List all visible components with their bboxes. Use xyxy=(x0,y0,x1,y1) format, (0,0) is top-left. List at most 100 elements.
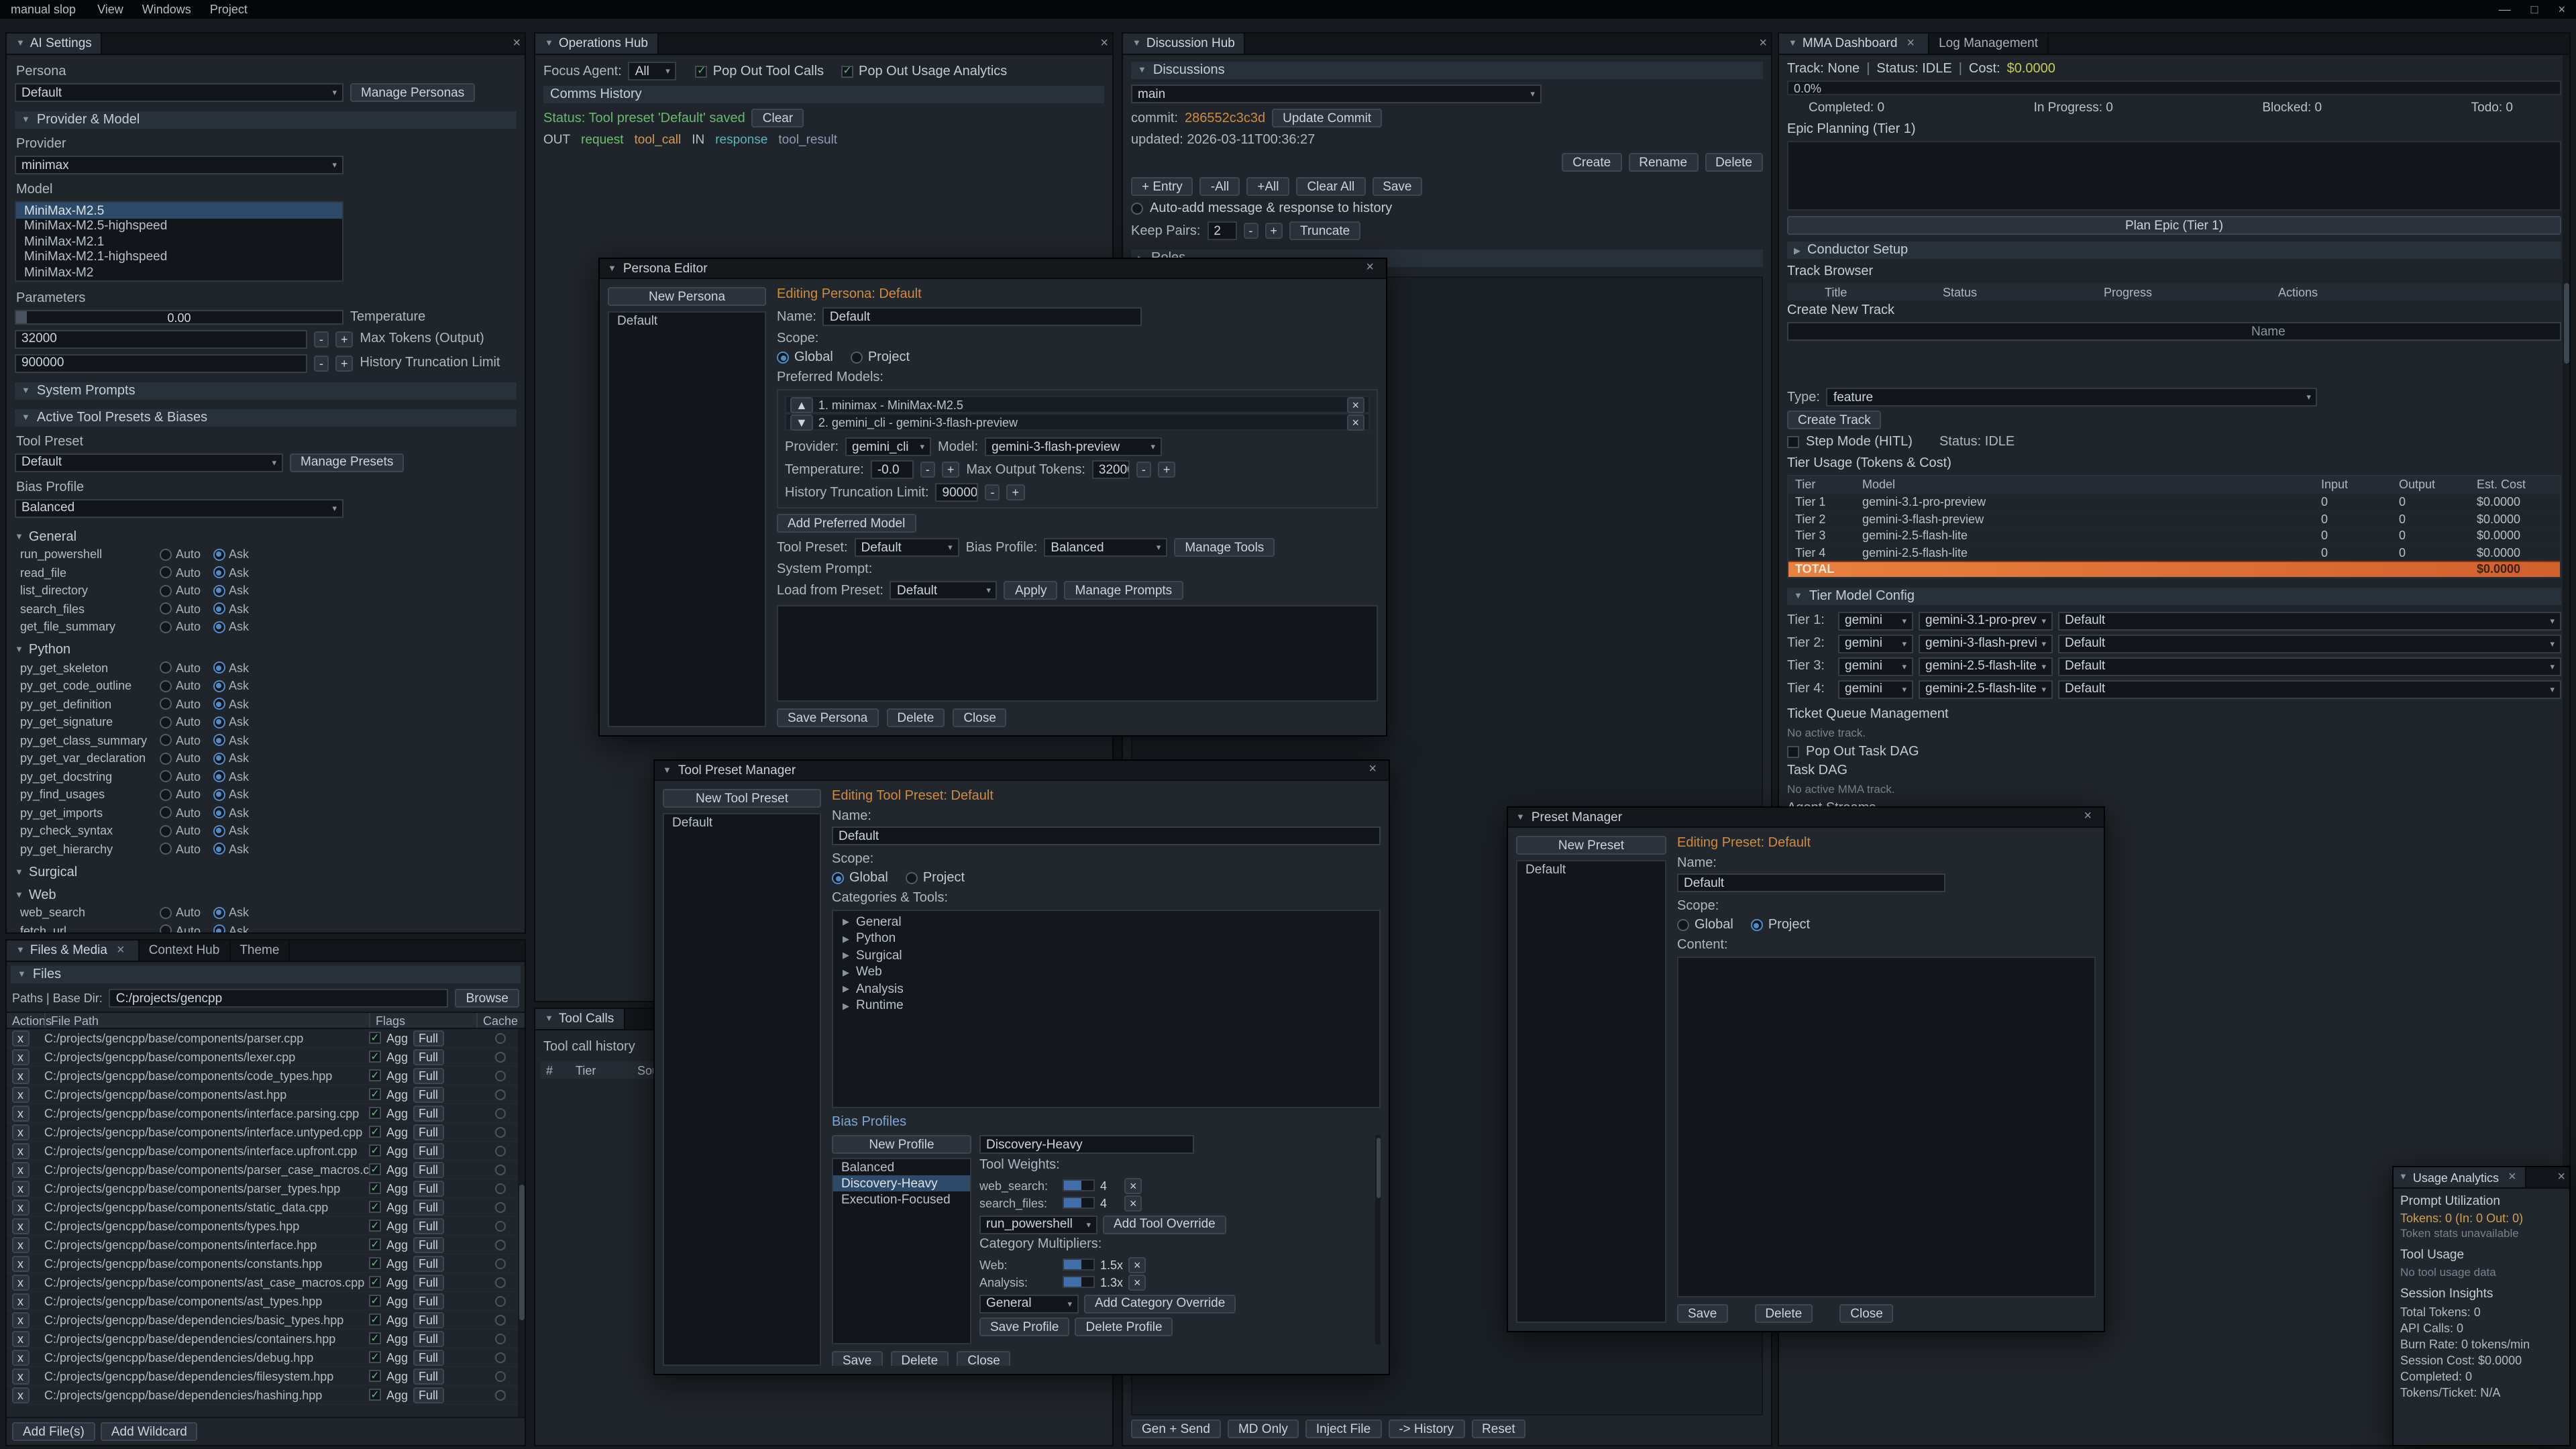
weight-slider[interactable] xyxy=(1063,1179,1095,1191)
full-button[interactable]: Full xyxy=(413,1387,443,1403)
tier-preset-select[interactable]: Default▾ xyxy=(2058,657,2561,676)
multiplier-slider[interactable] xyxy=(1063,1276,1095,1288)
model-option[interactable]: MiniMax-M2.5 xyxy=(16,203,342,218)
remove-file-button[interactable]: x xyxy=(12,1086,29,1102)
model-list[interactable]: MiniMax-M2.5MiniMax-M2.5-highspeedMiniMa… xyxy=(15,201,343,281)
clear-status-button[interactable]: Clear xyxy=(752,109,804,127)
base-dir-input[interactable]: C:/projects/gencpp xyxy=(109,989,449,1008)
tool-preset-list-item[interactable]: Default xyxy=(664,814,820,830)
ask-radio[interactable] xyxy=(213,603,225,615)
pop-out-task-dag-checkbox[interactable]: ✓ xyxy=(1787,746,1799,758)
decrement-button[interactable]: - xyxy=(920,462,935,478)
close-tab-icon[interactable]: × xyxy=(2504,1171,2520,1184)
agg-checkbox[interactable]: ✓ xyxy=(369,1370,381,1382)
max-tokens-input[interactable]: 32000 xyxy=(15,329,307,348)
provider-model-section-header[interactable]: ▼ Provider & Model xyxy=(15,111,517,129)
menu-item[interactable]: Project xyxy=(210,3,248,16)
remove-file-button[interactable]: x xyxy=(12,1142,29,1159)
tool-preset-footer-button[interactable]: Delete xyxy=(890,1351,949,1366)
entry-button[interactable]: Save xyxy=(1372,177,1422,196)
scope-radio[interactable] xyxy=(851,352,863,364)
close-tab-icon[interactable]: × xyxy=(113,944,129,957)
categories-tree[interactable]: ▶ General ▶ Python ▶ Surgical xyxy=(832,910,1381,1108)
agg-checkbox[interactable]: ✓ xyxy=(369,1257,381,1269)
ask-radio[interactable] xyxy=(213,716,225,729)
scope-option[interactable]: Global xyxy=(1677,918,1733,932)
category-tree-item[interactable]: ▶ Analysis xyxy=(833,981,1379,998)
remove-file-button[interactable]: x xyxy=(12,1387,29,1403)
increment-button[interactable]: + xyxy=(942,462,960,478)
ask-radio[interactable] xyxy=(213,771,225,783)
bias-profile-list-item[interactable]: Balanced xyxy=(833,1159,970,1175)
menu-item[interactable]: Windows xyxy=(142,3,191,16)
close-dialog-icon[interactable]: × xyxy=(2080,810,2096,824)
preset-list-item[interactable]: Default xyxy=(1517,861,1665,877)
active-tool-presets-section-header[interactable]: ▼ Active Tool Presets & Biases xyxy=(15,409,517,426)
files-footer-button[interactable]: Add Wildcard xyxy=(101,1422,198,1441)
bias-editor-scrollbar[interactable] xyxy=(1375,1135,1381,1344)
scrollbar-thumb[interactable] xyxy=(2563,283,2569,364)
agg-checkbox[interactable]: ✓ xyxy=(369,1032,381,1044)
agg-checkbox[interactable]: ✓ xyxy=(369,1107,381,1119)
auto-radio[interactable] xyxy=(160,567,172,579)
pm-history-input[interactable]: 900000 xyxy=(936,483,979,502)
tool-preset-footer-button[interactable]: Close xyxy=(957,1351,1011,1366)
full-button[interactable]: Full xyxy=(413,1236,443,1252)
persona-name-input[interactable]: Default xyxy=(823,307,1142,326)
history-limit-input[interactable]: 900000 xyxy=(15,354,307,372)
ask-radio[interactable] xyxy=(213,843,225,855)
persona-editor-titlebar[interactable]: ▼ Persona Editor × xyxy=(600,259,1386,279)
full-button[interactable]: Full xyxy=(413,1067,443,1083)
full-button[interactable]: Full xyxy=(413,1199,443,1215)
tool-group-header-surgical[interactable]: ▼ Surgical xyxy=(15,863,517,881)
pm-model-select[interactable]: gemini-3-flash-preview▾ xyxy=(985,437,1162,456)
agg-checkbox[interactable]: ✓ xyxy=(369,1332,381,1344)
remove-file-button[interactable]: x xyxy=(12,1030,29,1046)
full-button[interactable]: Full xyxy=(413,1180,443,1196)
persona-footer-button[interactable]: Close xyxy=(953,708,1007,727)
remove-model-button[interactable]: × xyxy=(1346,414,1364,430)
tier-provider-select[interactable]: gemini▾ xyxy=(1838,680,1913,698)
remove-file-button[interactable]: x xyxy=(12,1330,29,1346)
auto-radio[interactable] xyxy=(160,807,172,819)
system-prompts-section-header[interactable]: ▼ System Prompts xyxy=(15,382,517,399)
increment-button[interactable]: + xyxy=(335,355,354,371)
full-button[interactable]: Full xyxy=(413,1086,443,1102)
auto-radio[interactable] xyxy=(160,789,172,801)
full-button[interactable]: Full xyxy=(413,1274,443,1290)
menu-item[interactable]: View xyxy=(97,3,123,16)
bias-profile-list-item[interactable]: Execution-Focused xyxy=(833,1191,970,1208)
new-persona-button[interactable]: New Persona xyxy=(608,287,766,306)
agg-checkbox[interactable]: ✓ xyxy=(369,1069,381,1081)
discussion-select[interactable]: main ▾ xyxy=(1131,85,1542,103)
checkbox-row[interactable]: ✓ Pop Out Usage Analytics xyxy=(841,64,1007,78)
discussions-section-header[interactable]: ▼ Discussions xyxy=(1131,62,1763,79)
agg-checkbox[interactable]: ✓ xyxy=(369,1276,381,1288)
tier-preset-select[interactable]: Default▾ xyxy=(2058,680,2561,698)
full-button[interactable]: Full xyxy=(413,1124,443,1140)
composer-button[interactable]: MD Only xyxy=(1228,1419,1299,1438)
full-button[interactable]: Full xyxy=(413,1368,443,1384)
full-button[interactable]: Full xyxy=(413,1105,443,1121)
close-panel-icon[interactable]: × xyxy=(2553,1171,2569,1184)
ask-radio[interactable] xyxy=(213,662,225,674)
load-preset-select[interactable]: Default▾ xyxy=(890,581,998,600)
bias-profile-list-item[interactable]: Discovery-Heavy xyxy=(833,1175,970,1191)
persona-footer-button[interactable]: Save Persona xyxy=(777,708,878,727)
increment-button[interactable]: + xyxy=(1007,484,1025,500)
new-preset-button[interactable]: New Preset xyxy=(1516,836,1666,855)
full-button[interactable]: Full xyxy=(413,1293,443,1309)
composer-button[interactable]: Gen + Send xyxy=(1131,1419,1221,1438)
tool-preset-select[interactable]: Default ▾ xyxy=(15,453,283,472)
manage-personas-button[interactable]: Manage Personas xyxy=(350,83,475,102)
bias-profile-list[interactable]: BalancedDiscovery-HeavyExecution-Focused xyxy=(832,1158,971,1344)
full-button[interactable]: Full xyxy=(413,1349,443,1365)
model-option[interactable]: MiniMax-M2.1-highspeed xyxy=(16,249,342,264)
scope-radio[interactable] xyxy=(1677,919,1689,931)
manage-prompts-button[interactable]: Manage Prompts xyxy=(1065,581,1183,600)
tool-group-header-python[interactable]: ▼ Python xyxy=(15,641,517,659)
agg-checkbox[interactable]: ✓ xyxy=(369,1238,381,1250)
track-type-select[interactable]: feature ▾ xyxy=(1827,388,2318,407)
agg-checkbox[interactable]: ✓ xyxy=(369,1389,381,1401)
increment-button[interactable]: + xyxy=(335,331,354,347)
